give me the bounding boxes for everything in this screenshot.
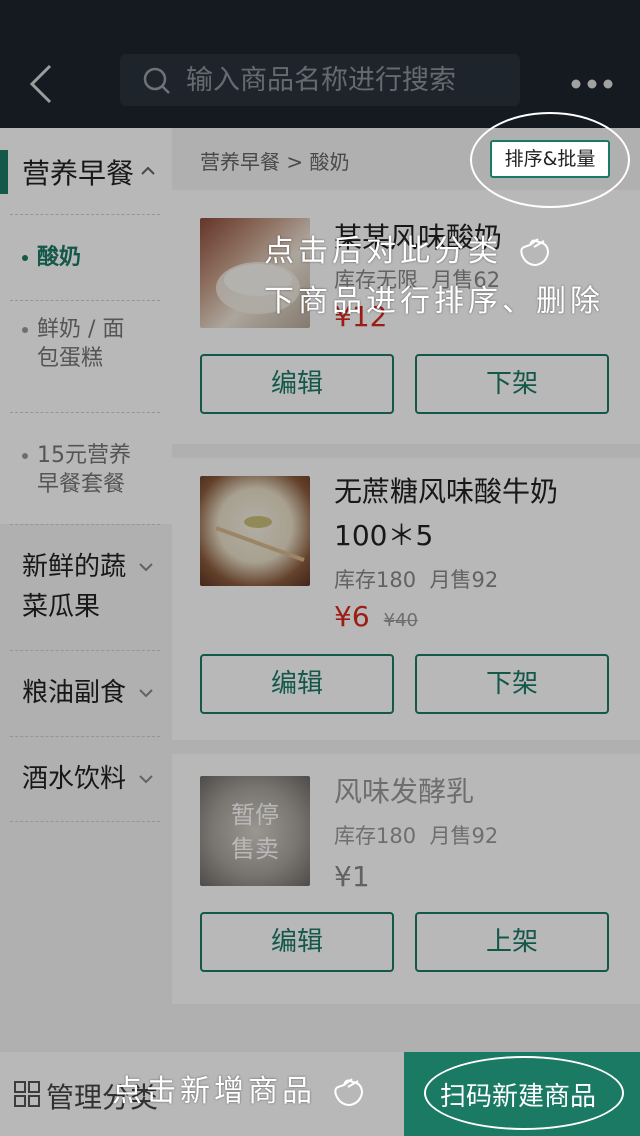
subcategory-label-line2: 早餐套餐 bbox=[37, 472, 126, 497]
product-price: ¥1 bbox=[334, 860, 370, 893]
edit-button[interactable]: 编辑 bbox=[200, 912, 394, 972]
subcategory-label-line1: 鲜奶 / 面 bbox=[37, 317, 125, 342]
category-label: 营养早餐 bbox=[22, 157, 135, 190]
sort-tip-line2: 下商品进行排序、删除 bbox=[264, 284, 604, 319]
subcategory-item-yogurt[interactable]: 酸奶 bbox=[10, 214, 160, 300]
subcategory-item-breakfast-set[interactable]: 15元营养 早餐套餐 bbox=[10, 412, 160, 524]
list-button[interactable]: 上架 bbox=[415, 912, 609, 972]
delist-button[interactable]: 下架 bbox=[415, 354, 609, 414]
product-name: 风味发酵乳 bbox=[334, 775, 475, 808]
product-name-line1: 无蔗糖风味酸牛奶 bbox=[334, 475, 559, 508]
scan-highlight-area: 扫码新建商品 bbox=[404, 1052, 640, 1136]
sort-tip-line1: 点击后对此分类 bbox=[264, 226, 552, 271]
subcategory-label-line1: 15元营养 bbox=[37, 443, 131, 468]
category-label-line2: 菜瓜果 bbox=[22, 592, 101, 622]
search-box[interactable] bbox=[120, 54, 520, 106]
chevron-down-icon bbox=[139, 563, 153, 572]
tap-hand-icon bbox=[333, 1078, 363, 1107]
bullet-icon bbox=[22, 453, 28, 459]
chevron-down-icon bbox=[139, 775, 153, 784]
category-label-line1: 新鲜的蔬 bbox=[22, 552, 127, 582]
product-image bbox=[200, 476, 310, 586]
grid-icon bbox=[14, 1081, 40, 1107]
product-stock-sales: 库存180 月售92 bbox=[334, 824, 499, 848]
subcategory-label: 酸奶 bbox=[37, 245, 82, 270]
back-arrow-icon[interactable] bbox=[22, 62, 66, 106]
category-vegetables-fruits[interactable]: 新鲜的蔬 菜瓜果 bbox=[10, 524, 160, 650]
status-bar bbox=[0, 0, 640, 40]
more-icon[interactable] bbox=[566, 66, 618, 102]
delist-button[interactable]: 下架 bbox=[415, 654, 609, 714]
product-stock-sales: 库存180 月售92 bbox=[334, 568, 499, 592]
category-grain-oil[interactable]: 粮油副食 bbox=[10, 650, 160, 736]
category-drinks[interactable]: 酒水饮料 bbox=[10, 736, 160, 822]
chevron-up-icon bbox=[141, 166, 155, 175]
chevron-down-icon bbox=[139, 689, 153, 698]
product-card: 无蔗糖风味酸牛奶 100＊5 库存180 月售92 ¥6 ¥40 编辑 下架 bbox=[172, 458, 640, 740]
edit-button[interactable]: 编辑 bbox=[200, 654, 394, 714]
category-label: 粮油副食 bbox=[22, 678, 127, 708]
highlight-ring bbox=[424, 1056, 624, 1130]
product-image: 暂停 售卖 bbox=[200, 776, 310, 886]
subcategory-list: 酸奶 鲜奶 / 面 包蛋糕 15元营养 早餐套餐 bbox=[0, 214, 172, 524]
search-icon bbox=[143, 67, 170, 94]
bullet-icon bbox=[22, 327, 28, 333]
paused-badge: 暂停 售卖 bbox=[231, 801, 279, 863]
product-price: ¥6 ¥40 bbox=[334, 600, 418, 633]
category-nutrition-breakfast[interactable]: 营养早餐 bbox=[0, 128, 172, 214]
product-card: 暂停 售卖 风味发酵乳 库存180 月售92 ¥1 编辑 上架 bbox=[172, 754, 640, 1004]
tap-hand-icon bbox=[519, 238, 549, 267]
category-label: 酒水饮料 bbox=[22, 764, 127, 794]
subcategory-item-milk-bread[interactable]: 鲜奶 / 面 包蛋糕 bbox=[10, 300, 160, 412]
search-input[interactable] bbox=[186, 54, 506, 106]
add-product-tip: 点击新增商品 bbox=[112, 1066, 366, 1111]
category-sidebar: 营养早餐 酸奶 鲜奶 / 面 包蛋糕 15元营养 早餐套餐 新鲜的蔬 菜瓜果 粮… bbox=[0, 128, 172, 1052]
product-name-line2: 100＊5 bbox=[334, 519, 434, 552]
bullet-icon bbox=[22, 255, 28, 261]
product-original-price: ¥40 bbox=[383, 610, 418, 631]
edit-button[interactable]: 编辑 bbox=[200, 354, 394, 414]
sort-highlight-area: 排序&批量 bbox=[172, 112, 640, 208]
highlight-ring bbox=[470, 112, 630, 208]
active-indicator bbox=[0, 150, 8, 194]
subcategory-label-line2: 包蛋糕 bbox=[37, 346, 104, 371]
